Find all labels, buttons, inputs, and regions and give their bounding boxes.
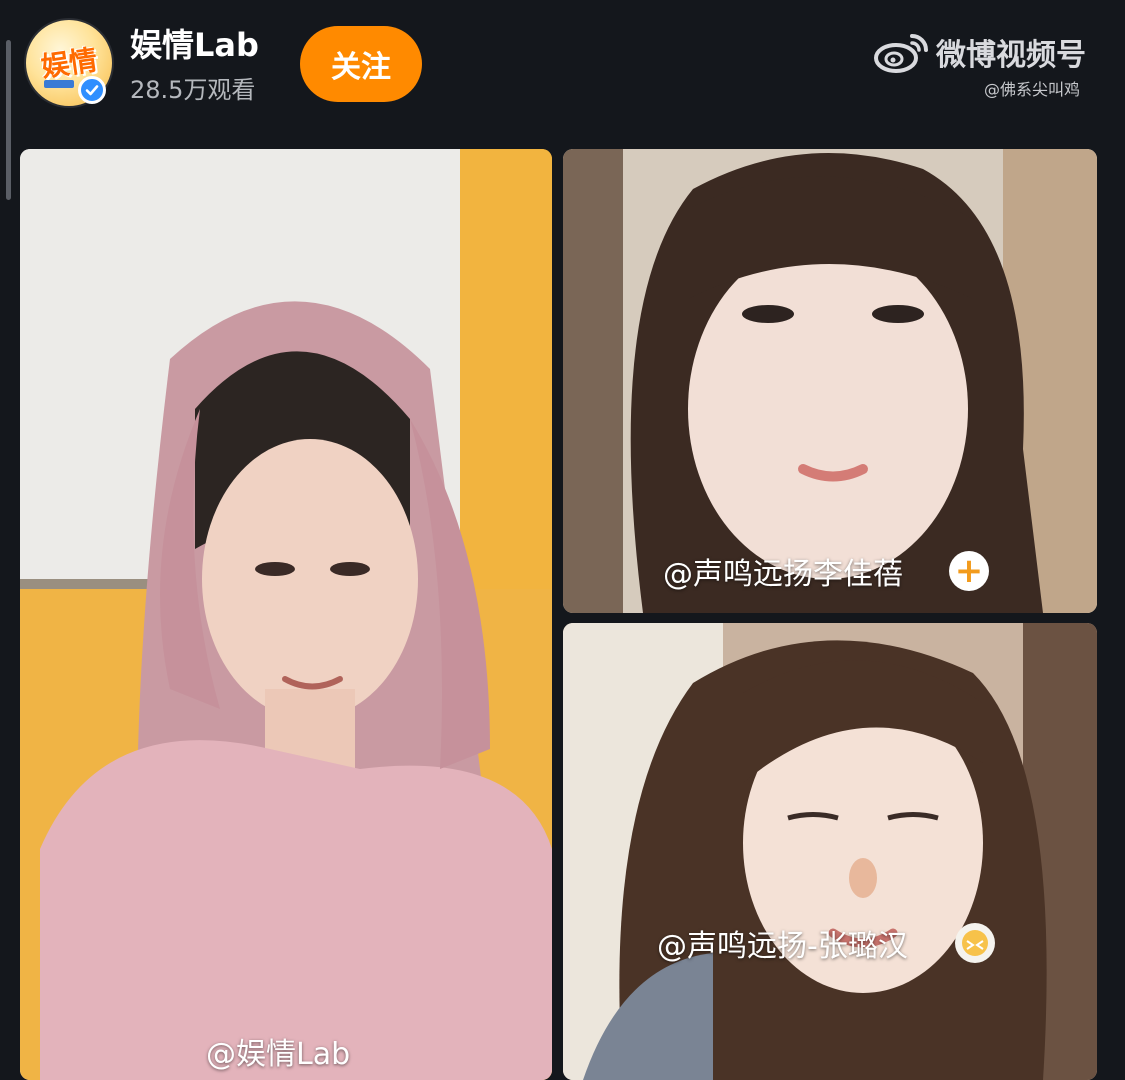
plus-icon[interactable]: +: [949, 551, 989, 591]
logo-decoration: [44, 80, 74, 88]
weibo-logo-icon: [874, 34, 928, 73]
tile-label: @声鸣远扬-张璐汉: [657, 929, 908, 964]
watermark-handle: @佛系尖叫鸡: [984, 80, 1081, 99]
viewer-count: 28.5万观看: [130, 76, 256, 104]
video-tile-guest-1[interactable]: @声鸣远扬李佳蓓 +: [563, 149, 1097, 613]
follow-button[interactable]: 关注: [300, 26, 422, 102]
channel-name[interactable]: 娱情Lab: [130, 20, 259, 66]
emoji-icon[interactable]: [955, 923, 995, 963]
watermark-title: 微博视频号: [936, 38, 1086, 73]
guest-2-video-frame: [563, 623, 1097, 1080]
host-video-frame: [20, 149, 552, 1080]
guest-1-video-frame: [563, 149, 1097, 613]
verified-check-icon: [78, 76, 106, 104]
video-tile-host[interactable]: @娱情Lab: [20, 149, 552, 1080]
tile-label: @娱情Lab: [206, 1037, 351, 1072]
tile-label: @声鸣远扬李佳蓓: [663, 557, 903, 592]
video-tile-guest-2[interactable]: @声鸣远扬-张璐汉: [563, 623, 1097, 1080]
stream-header: 娱情 娱情Lab 28.5万观看 关注 微博视频号 @佛系尖叫鸡: [0, 0, 1125, 140]
